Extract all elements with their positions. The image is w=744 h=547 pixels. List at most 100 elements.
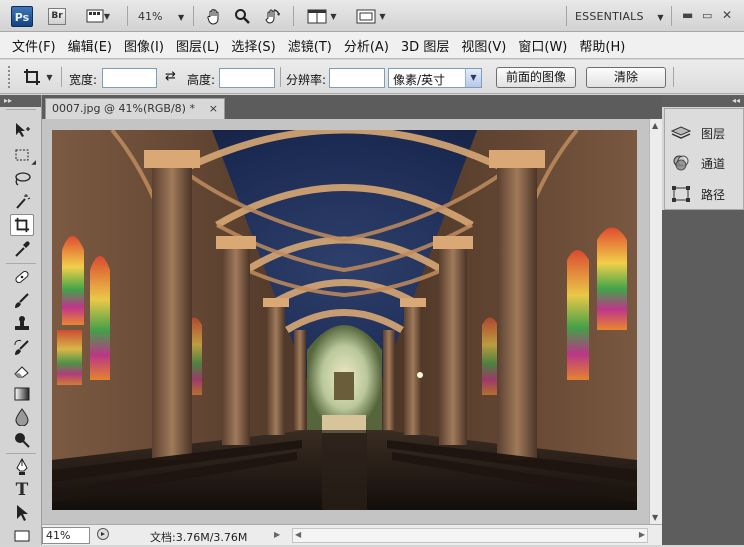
scroll-up-arrow-icon[interactable]: ▲ — [652, 121, 658, 130]
resolution-unit-select[interactable]: 像素/英寸 ▼ — [388, 68, 482, 88]
separator — [127, 6, 128, 26]
rotate-view-button[interactable] — [261, 6, 283, 26]
photoshop-logo: Ps — [11, 6, 33, 27]
lasso-tool-icon[interactable] — [10, 168, 34, 190]
options-bar: ▼ 宽度: ⇄ 高度: 分辨率: 像素/英寸 ▼ 前面的图像 清除 — [0, 60, 744, 94]
channels-panel-label: 通道 — [701, 156, 726, 171]
path-selection-tool-icon[interactable] — [10, 502, 34, 524]
info-menu-icon — [97, 528, 109, 540]
blur-tool-icon[interactable] — [10, 406, 34, 428]
crop-icon — [24, 69, 41, 85]
clear-button[interactable]: 清除 — [586, 67, 666, 88]
gradient-tool-icon[interactable] — [10, 383, 34, 405]
history-brush-tool-icon[interactable] — [10, 337, 34, 359]
chevron-down-icon: ▼ — [657, 13, 664, 22]
workspace-name: ESSENTIALS — [575, 10, 644, 23]
status-zoom-field[interactable]: 41% — [42, 527, 90, 544]
vertical-scrollbar[interactable]: ▲ ▼ — [649, 119, 662, 524]
collapsed-panels-dock: 图层 通道 路径 — [664, 108, 744, 210]
move-tool-icon[interactable] — [10, 119, 34, 141]
paths-panel-button[interactable]: 路径 — [671, 183, 725, 205]
resolution-field[interactable] — [329, 68, 385, 88]
rotate-hand-icon — [265, 8, 280, 24]
magic-wand-tool-icon[interactable] — [10, 191, 34, 213]
view-extras-button[interactable]: ▼ — [83, 6, 113, 26]
menu-analysis[interactable]: 分析(A) — [338, 36, 395, 55]
layers-panel-button[interactable]: 图层 — [671, 122, 725, 144]
menu-3d[interactable]: 3D 图层 — [395, 36, 455, 55]
hand-tool-button[interactable] — [204, 6, 224, 26]
arrange-documents-button[interactable]: ▼ — [303, 6, 341, 26]
separator — [673, 67, 674, 87]
options-bar-grip[interactable] — [8, 66, 11, 88]
menu-file[interactable]: 文件(F) — [6, 36, 62, 55]
menu-help[interactable]: 帮助(H) — [573, 36, 631, 55]
separator — [6, 263, 36, 264]
channels-panel-button[interactable]: 通道 — [671, 152, 725, 174]
document-size-info: 文档:3.76M/3.76M — [150, 531, 248, 544]
channels-icon — [671, 154, 691, 172]
menu-view[interactable]: 视图(V) — [455, 36, 512, 55]
zoom-level-dropdown[interactable]: 41% ▼ — [138, 10, 184, 23]
pen-tool-icon[interactable] — [10, 456, 34, 478]
menu-layer[interactable]: 图层(L) — [170, 36, 225, 55]
menu-filter[interactable]: 滤镜(T) — [282, 36, 338, 55]
status-expand-arrow-icon[interactable]: ▶ — [274, 530, 280, 539]
horizontal-scrollbar[interactable]: ◀ ▶ — [292, 528, 648, 543]
document-tab-bar: 0007.jpg @ 41%(RGB/8) * × — [42, 95, 662, 119]
eraser-tool-icon[interactable] — [10, 360, 34, 382]
dodge-tool-icon[interactable] — [10, 429, 34, 451]
collapse-toolbox-button[interactable]: ▸▸ — [0, 95, 41, 107]
resolution-label: 分辨率: — [286, 73, 327, 87]
maximize-button[interactable]: ▭ — [702, 9, 712, 22]
separator — [293, 6, 294, 26]
close-window-button[interactable]: ✕ — [722, 8, 732, 22]
scroll-down-arrow-icon[interactable]: ▼ — [652, 513, 658, 522]
minimize-button[interactable]: ▬ — [682, 8, 693, 22]
separator — [6, 453, 36, 454]
scroll-left-arrow-icon[interactable]: ◀ — [295, 530, 301, 539]
menu-image[interactable]: 图像(I) — [118, 36, 170, 55]
marquee-tool-icon[interactable]: ◢ — [10, 144, 36, 166]
menu-edit[interactable]: 编辑(E) — [62, 36, 118, 55]
panel-dock-empty-area — [662, 210, 744, 545]
magnifier-icon — [235, 9, 250, 24]
shape-tool-icon[interactable] — [10, 525, 34, 547]
separator — [280, 67, 281, 87]
canvas-area[interactable] — [42, 119, 649, 524]
panel-dock-header[interactable]: ◂◂ — [662, 95, 744, 107]
document-tab-title: 0007.jpg @ 41%(RGB/8) * — [52, 102, 195, 115]
brush-tool-icon[interactable] — [10, 290, 34, 312]
separator — [6, 109, 36, 110]
crop-tool-icon[interactable] — [10, 214, 34, 236]
eyedropper-tool-icon[interactable] — [10, 238, 34, 260]
zoom-level-value: 41% — [138, 10, 163, 23]
height-field[interactable] — [219, 68, 275, 88]
document-tab[interactable]: 0007.jpg @ 41%(RGB/8) * × — [45, 98, 225, 119]
launch-bridge-button[interactable]: Br — [48, 8, 66, 25]
width-field[interactable] — [102, 68, 157, 88]
swap-dimensions-icon[interactable]: ⇄ — [165, 69, 176, 84]
tool-preset-picker[interactable]: ▼ — [18, 67, 58, 87]
workspace-switcher[interactable]: ESSENTIALS ▼ — [575, 10, 664, 23]
layers-panel-label: 图层 — [701, 126, 726, 141]
resolution-unit-value: 像素/英寸 — [393, 73, 446, 87]
collapse-panels-icon[interactable]: ◂◂ — [732, 95, 740, 107]
front-image-button[interactable]: 前面的图像 — [496, 67, 576, 88]
scroll-right-arrow-icon[interactable]: ▶ — [639, 530, 645, 539]
close-document-icon[interactable]: × — [209, 102, 218, 115]
menu-window[interactable]: 窗口(W) — [512, 36, 573, 55]
chevron-down-icon: ▼ — [379, 11, 386, 21]
healing-brush-tool-icon[interactable] — [10, 266, 34, 288]
clone-stamp-tool-icon[interactable] — [10, 313, 34, 335]
separator — [193, 6, 194, 26]
document-canvas-image[interactable] — [52, 130, 637, 510]
chevron-down-icon: ▼ — [177, 13, 185, 22]
layers-icon — [671, 124, 691, 142]
status-info-menu-button[interactable] — [96, 527, 110, 544]
type-tool-icon[interactable]: T — [10, 479, 34, 501]
screen-mode-button[interactable]: ▼ — [352, 6, 390, 26]
arrange-documents-icon — [307, 9, 327, 23]
zoom-tool-button[interactable] — [232, 6, 252, 26]
menu-select[interactable]: 选择(S) — [225, 36, 281, 55]
